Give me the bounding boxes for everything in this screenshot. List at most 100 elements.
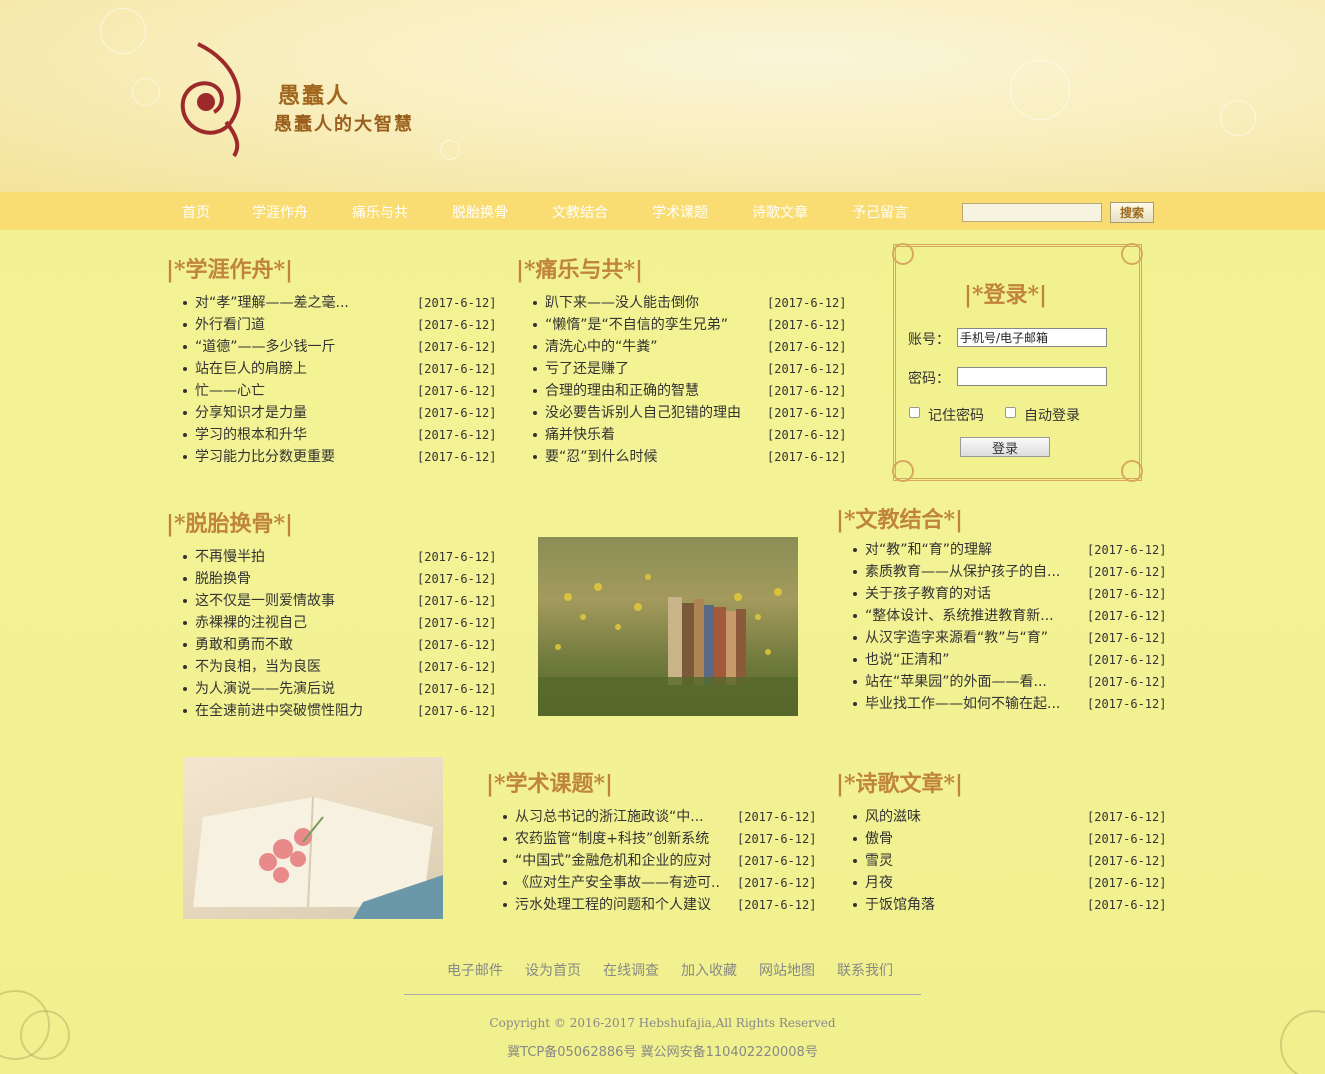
article-link[interactable]: 也说“正清和” [865, 649, 1079, 671]
article-link[interactable]: 雪灵 [865, 850, 1075, 872]
article-link[interactable]: 学习能力比分数更重要 [195, 446, 385, 468]
frame-ornament [1121, 243, 1143, 265]
article-link[interactable]: 合理的理由和正确的智慧 [545, 380, 759, 402]
footer-link-survey[interactable]: 在线调查 [603, 960, 659, 980]
book-with-flowers-illustration [193, 796, 443, 919]
article-link[interactable]: 不为良相，当为良医 [195, 656, 385, 678]
article-link[interactable]: 赤裸裸的注视自己 [195, 612, 385, 634]
article-link[interactable]: 风的滋味 [865, 806, 1075, 828]
article-link[interactable]: 要“忍”到什么时候 [545, 446, 759, 468]
article-link[interactable]: 于饭馆角落 [865, 894, 1075, 916]
bullet-icon [183, 665, 187, 669]
nav-item-xueshu[interactable]: 学术课题 [652, 202, 708, 222]
article-link[interactable]: 没必要告诉别人自己犯错的理由 [545, 402, 759, 424]
article-link[interactable]: 《应对生产安全事故——有迹可.. [515, 872, 725, 894]
article-link[interactable]: 趴下来——没人能击倒你 [545, 292, 759, 314]
login-button[interactable]: 登录 [960, 437, 1050, 457]
article-link[interactable]: 农药监管“制度+科技”创新系统 [515, 828, 725, 850]
bullet-icon [533, 455, 537, 459]
article-link[interactable]: 忙——心亡 [195, 380, 385, 402]
article-date: [2017-6-12] [1087, 587, 1167, 601]
footer-link-email[interactable]: 电子邮件 [447, 960, 503, 980]
footer-link-sitemap[interactable]: 网站地图 [759, 960, 815, 980]
bullet-icon [183, 709, 187, 713]
article-link[interactable]: 关于孩子教育的对话 [865, 583, 1079, 605]
list-item: 于饭馆角落 [2017-6-12] [853, 894, 1166, 916]
article-link[interactable]: 这不仅是一则爱情故事 [195, 590, 385, 612]
article-date: [2017-6-12] [417, 318, 497, 332]
site-slogan: 愚蠢人的大智慧 [274, 114, 414, 135]
article-link[interactable]: 毕业找工作——如何不输在起... [865, 693, 1079, 715]
article-link[interactable]: 清洗心中的“牛粪” [545, 336, 759, 358]
bullet-icon [853, 548, 857, 552]
article-link[interactable]: 素质教育——从保护孩子的自... [865, 561, 1079, 583]
article-link[interactable]: 对“孝”理解——差之毫... [195, 292, 385, 314]
nav-item-shige[interactable]: 诗歌文章 [752, 202, 808, 222]
article-date: [2017-6-12] [737, 876, 817, 890]
footer-link-contact[interactable]: 联系我们 [837, 960, 893, 980]
article-date: [2017-6-12] [417, 638, 497, 652]
article-link[interactable]: 站在巨人的肩膀上 [195, 358, 385, 380]
bullet-icon [533, 323, 537, 327]
article-link[interactable]: 从汉字造字来源看“教”与“育” [865, 627, 1079, 649]
article-link[interactable]: 污水处理工程的问题和个人建议 [515, 894, 725, 916]
auto-login-checkbox[interactable] [1005, 407, 1016, 418]
bullet-icon [183, 621, 187, 625]
bullet-icon [183, 301, 187, 305]
nav-item-tongle[interactable]: 痛乐与共 [352, 202, 408, 222]
article-link[interactable]: 亏了还是赚了 [545, 358, 759, 380]
list-item: 没必要告诉别人自己犯错的理由 [2017-6-12] [533, 402, 846, 424]
bullet-icon [183, 599, 187, 603]
article-list-xueya: 对“孝”理解——差之毫... [2017-6-12] 外行看门道 [2017-6-12… [183, 292, 497, 468]
article-link[interactable]: 痛并快乐着 [545, 424, 759, 446]
article-date: [2017-6-12] [737, 832, 817, 846]
list-item: 合理的理由和正确的智慧 [2017-6-12] [533, 380, 846, 402]
article-link[interactable]: 脱胎换骨 [195, 568, 385, 590]
nav-item-liuyan[interactable]: 予己留言 [852, 202, 908, 222]
footer-link-favorite[interactable]: 加入收藏 [681, 960, 737, 980]
login-panel: |*登录*| 账号： 密码： 记住密码 自动登录 登录 [892, 243, 1143, 482]
article-date: [2017-6-12] [767, 296, 847, 310]
article-link[interactable]: 月夜 [865, 872, 1075, 894]
article-link[interactable]: “懒惰”是“不自信的孪生兄弟” [545, 314, 759, 336]
nav-item-xueya[interactable]: 学涯作舟 [252, 202, 308, 222]
password-label: 密码： [908, 371, 950, 387]
list-item: 毕业找工作——如何不输在起... [2017-6-12] [853, 693, 1166, 715]
list-item: 外行看门道 [2017-6-12] [183, 314, 497, 336]
article-date: [2017-6-12] [1087, 609, 1167, 623]
bullet-icon [853, 702, 857, 706]
article-date: [2017-6-12] [767, 362, 847, 376]
nav-item-wenjiao[interactable]: 文教结合 [552, 202, 608, 222]
article-link[interactable]: “道德”——多少钱一斤 [195, 336, 385, 358]
article-link[interactable]: 勇敢和勇而不敢 [195, 634, 385, 656]
nav-item-home[interactable]: 首页 [182, 202, 210, 222]
site-header: 愚蠢人 愚蠢人的大智慧 [0, 0, 1325, 192]
footer-link-homepage[interactable]: 设为首页 [525, 960, 581, 980]
logo-swirl-icon[interactable] [176, 42, 256, 158]
article-link[interactable]: 在全速前进中突破惯性阻力 [195, 700, 385, 722]
article-link[interactable]: 为人演说——先演后说 [195, 678, 385, 700]
auto-login-label: 自动登录 [1024, 408, 1080, 424]
bullet-icon [533, 367, 537, 371]
remember-checkbox[interactable] [909, 407, 920, 418]
bullet-icon [503, 881, 507, 885]
article-link[interactable]: 不再慢半拍 [195, 546, 385, 568]
list-item: 分享知识才是力量 [2017-6-12] [183, 402, 496, 424]
password-input[interactable] [957, 367, 1107, 386]
article-link[interactable]: 站在“苹果园”的外面——看... [865, 671, 1079, 693]
account-input[interactable] [957, 328, 1107, 347]
article-link[interactable]: 学习的根本和升华 [195, 424, 385, 446]
article-link[interactable]: 分享知识才是力量 [195, 402, 385, 424]
list-item: 素质教育——从保护孩子的自... [2017-6-12] [853, 561, 1166, 583]
article-link[interactable]: “中国式”金融危机和企业的应对 [515, 850, 725, 872]
article-link[interactable]: 傲骨 [865, 828, 1075, 850]
article-link[interactable]: 从习总书记的浙江施政谈“中... [515, 806, 725, 828]
search-button[interactable]: 搜索 [1110, 202, 1154, 223]
list-item: 污水处理工程的问题和个人建议 [2017-6-12] [503, 894, 816, 916]
search-input[interactable] [962, 203, 1102, 222]
nav-item-tuotai[interactable]: 脱胎换骨 [452, 202, 508, 222]
bullet-icon [533, 345, 537, 349]
article-link[interactable]: 对“教”和“育”的理解 [865, 539, 1079, 561]
article-link[interactable]: 外行看门道 [195, 314, 385, 336]
article-link[interactable]: “整体设计、系统推进教育新... [865, 605, 1079, 627]
